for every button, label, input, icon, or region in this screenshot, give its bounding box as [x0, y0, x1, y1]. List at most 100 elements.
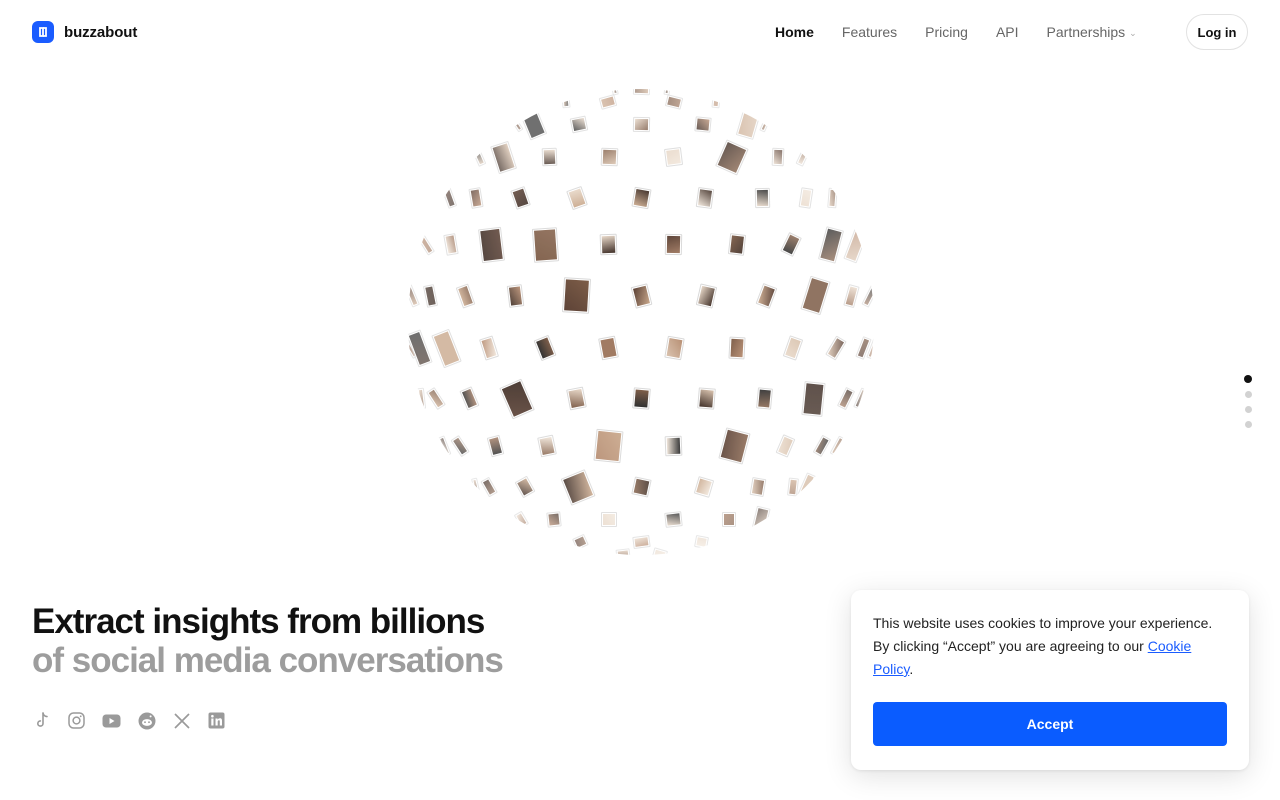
post-image [633, 478, 649, 495]
post-thumbnail [471, 477, 482, 497]
post-image [723, 513, 734, 525]
post-image [698, 285, 715, 307]
section-dot-4[interactable] [1244, 421, 1252, 428]
post-image [698, 389, 713, 409]
post-image [482, 479, 495, 495]
post-image [784, 337, 801, 359]
post-thumbnail [836, 387, 855, 411]
post-thumbnail [486, 434, 505, 458]
post-image [516, 513, 527, 526]
linkedin-icon[interactable] [207, 711, 226, 730]
post-image [797, 150, 808, 165]
post-image [572, 118, 586, 132]
buzzabout-logo-icon [32, 21, 54, 43]
post-thumbnail [694, 116, 712, 134]
post-image [839, 389, 853, 409]
nav-pricing[interactable]: Pricing [925, 24, 968, 40]
reddit-icon[interactable] [137, 711, 156, 730]
post-thumbnail [572, 533, 590, 551]
post-image [634, 536, 648, 547]
section-dot-3[interactable] [1244, 406, 1252, 413]
post-image [633, 189, 649, 207]
post-thumbnail [693, 475, 715, 498]
post-image [513, 119, 522, 131]
post-thumbnail [818, 226, 845, 264]
post-thumbnail [615, 548, 630, 555]
post-image [634, 118, 648, 131]
hero-headline: Extract insights from billions [32, 602, 485, 641]
post-thumbnail [408, 329, 432, 368]
post-thumbnail [776, 434, 797, 458]
post-thumbnail [423, 284, 438, 308]
post-image [665, 89, 669, 94]
post-image [492, 143, 515, 172]
cookie-text-end: . [909, 661, 914, 677]
x-icon[interactable] [172, 711, 191, 730]
post-thumbnail [600, 147, 618, 167]
post-image [665, 149, 681, 165]
post-thumbnail [795, 471, 816, 502]
nav-features[interactable]: Features [842, 24, 897, 40]
post-image [758, 389, 772, 409]
post-image [845, 229, 866, 261]
post-image [481, 337, 497, 359]
post-image [633, 389, 649, 409]
brand-name: buzzabout [64, 23, 138, 41]
post-image [470, 189, 482, 207]
section-dot-1[interactable] [1244, 375, 1252, 383]
hero-subheadline: of social media conversations [32, 641, 504, 680]
post-thumbnail [600, 511, 618, 527]
nav-api[interactable]: API [996, 24, 1019, 40]
post-image [846, 286, 858, 306]
post-thumbnail [561, 95, 571, 109]
social-links [32, 711, 226, 730]
instagram-icon[interactable] [67, 711, 86, 730]
main-nav: Home Features Pricing API Partnerships ⌄ [775, 24, 1137, 40]
post-thumbnail [458, 386, 480, 412]
post-thumbnail [749, 476, 766, 497]
post-image [729, 235, 744, 255]
post-image [803, 278, 829, 314]
login-button[interactable]: Log in [1186, 14, 1248, 50]
post-image [827, 338, 844, 358]
post-thumbnail [426, 387, 447, 411]
section-dot-2[interactable] [1244, 391, 1252, 398]
youtube-icon[interactable] [102, 711, 121, 730]
post-image [602, 513, 616, 525]
post-thumbnail [825, 335, 847, 361]
nav-home[interactable]: Home [775, 24, 814, 40]
post-image [718, 141, 747, 173]
post-image [855, 390, 865, 408]
post-thumbnail [490, 140, 518, 174]
post-thumbnail [771, 148, 785, 167]
post-thumbnail [630, 283, 652, 309]
nav-partnerships[interactable]: Partnerships ⌄ [1047, 24, 1137, 40]
hero: Extract insights from billions of social… [32, 602, 504, 680]
post-image [815, 437, 829, 455]
post-image [474, 150, 485, 165]
post-thumbnail [569, 115, 589, 134]
post-image [829, 189, 836, 207]
post-thumbnail [754, 187, 770, 209]
post-image [568, 389, 584, 409]
post-image [601, 236, 615, 254]
tiktok-icon[interactable] [32, 711, 51, 730]
brand-logo[interactable]: buzzabout [32, 21, 137, 43]
section-pagination [1244, 375, 1252, 428]
post-image [602, 150, 616, 165]
post-thumbnail [782, 335, 804, 361]
post-image [458, 285, 474, 306]
post-thumbnail [795, 147, 810, 167]
post-image [696, 478, 712, 496]
post-image [547, 513, 559, 526]
post-thumbnail [632, 89, 650, 96]
post-thumbnail [630, 476, 652, 498]
post-thumbnail [437, 435, 452, 457]
post-image [429, 390, 444, 408]
accept-cookies-button[interactable]: Accept [873, 702, 1227, 746]
post-thumbnail [693, 534, 709, 550]
post-image [801, 189, 812, 207]
post-image [408, 287, 417, 305]
post-image [761, 119, 769, 131]
cookie-text: This website uses cookies to improve you… [873, 612, 1227, 681]
